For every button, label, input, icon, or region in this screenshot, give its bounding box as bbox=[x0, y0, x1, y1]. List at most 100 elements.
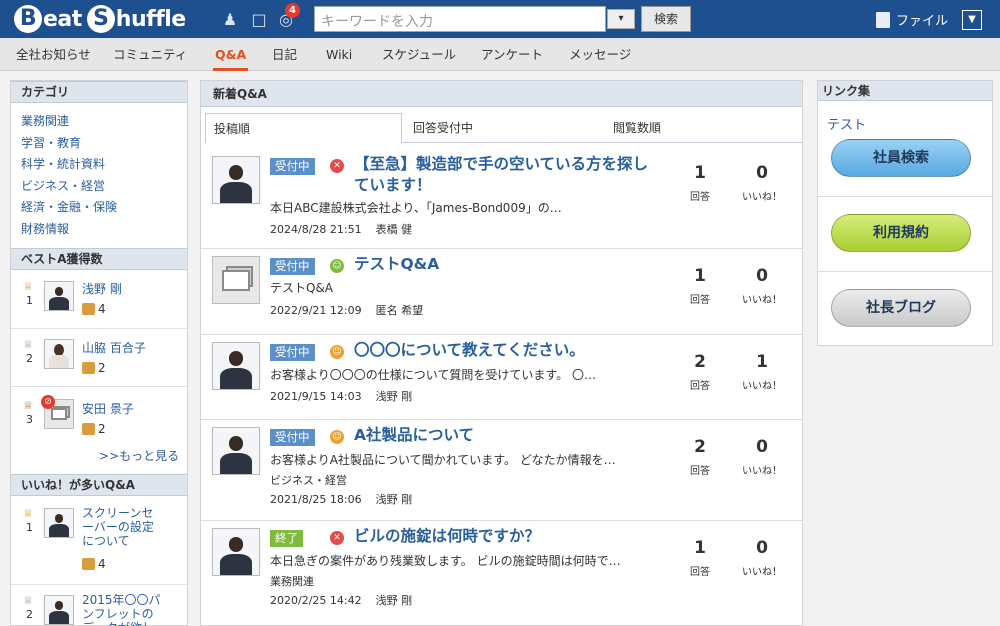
like-label: いいね！ bbox=[742, 192, 782, 203]
status-badge: 受付中 bbox=[270, 344, 315, 361]
avatar[interactable] bbox=[44, 339, 74, 369]
urgent-icon: ✕ bbox=[330, 159, 344, 173]
nav-item-schedule[interactable]: スケジュール bbox=[382, 38, 456, 71]
question-row[interactable]: 終了 ✕ ビルの施錠は何時ですか？ 本日急ぎの案件があり残業致します。 ビルの施… bbox=[201, 521, 802, 625]
notification-badge: 4 bbox=[285, 3, 300, 18]
tab-accepting-answers[interactable]: 回答受付中 bbox=[413, 113, 473, 143]
rank-number: 1 bbox=[26, 521, 33, 534]
question-row[interactable]: 受付中 ☺ 〇〇〇について教えてください。 お客様より〇〇〇の仕様について質問を… bbox=[201, 335, 802, 420]
avatar[interactable] bbox=[44, 508, 74, 538]
ranking-row: ♕ 3 ⊘ 安田 景子 2 bbox=[11, 387, 187, 445]
question-title-link[interactable]: テストQ&A bbox=[354, 254, 662, 275]
question-meta: 2024/8/28 21:51 表橋 健 bbox=[270, 223, 413, 236]
category-link[interactable]: 科学・統計資料 bbox=[21, 155, 105, 172]
rank-number: 2 bbox=[26, 608, 33, 621]
question-summary: 本日急ぎの案件があり残業致します。 ビルの施錠時間は何時で… bbox=[270, 554, 621, 568]
user-name-link[interactable]: 浅野 剛 bbox=[82, 280, 122, 297]
users-icon[interactable]: ♟ bbox=[219, 9, 241, 29]
user-name-link[interactable]: 安田 景子 bbox=[82, 400, 134, 417]
left-sidebar: カテゴリ 業務関連 学習・教育 科学・統計資料 ビジネス・経営 経済・金融・保険… bbox=[10, 80, 188, 626]
app-logo[interactable]: Beat Shuffle bbox=[14, 3, 186, 35]
category-tag[interactable]: ビジネス・経営 bbox=[270, 472, 347, 488]
like-count: 0 bbox=[756, 538, 768, 558]
avatar[interactable] bbox=[212, 156, 260, 204]
category-link[interactable]: ビジネス・経営 bbox=[21, 177, 105, 194]
avatar[interactable] bbox=[212, 342, 260, 390]
answer-count: 1 bbox=[694, 266, 706, 286]
question-title-link[interactable]: 〇〇〇について教えてください。 bbox=[354, 340, 662, 361]
nav-item-wiki[interactable]: Wiki bbox=[326, 38, 352, 71]
answer-count: 2 bbox=[694, 437, 706, 457]
question-summary: お客様よりA社製品について聞かれています。 どなたか情報を… bbox=[270, 453, 616, 467]
tab-post-order[interactable]: 投稿順 bbox=[205, 113, 402, 143]
question-title-link[interactable]: 【至急】製造部で手の空いている方を探しています！ bbox=[354, 154, 662, 196]
employee-search-button[interactable]: 社員検索 bbox=[831, 139, 971, 177]
links-heading: リンク集 bbox=[818, 81, 992, 101]
divider bbox=[818, 271, 992, 272]
category-link[interactable]: 業務関連 bbox=[21, 112, 69, 129]
account-dropdown-button[interactable]: ▼ bbox=[962, 10, 982, 30]
terms-of-use-button[interactable]: 利用規約 bbox=[831, 214, 971, 252]
chat-icon[interactable]: □ bbox=[248, 9, 270, 29]
best-answers-heading: ベストA獲得数 bbox=[11, 248, 187, 270]
like-count: 4 bbox=[82, 302, 106, 316]
question-link[interactable]: スクリーンセーバーの設定について bbox=[82, 506, 160, 548]
nav-item-qa[interactable]: Q&A bbox=[213, 38, 249, 71]
nav-item-community[interactable]: コミュニティ bbox=[113, 38, 187, 71]
search-button[interactable]: 検索 bbox=[641, 6, 691, 32]
question-link[interactable]: 2015年〇〇パンフレットのデータが欲しいで bbox=[82, 593, 164, 626]
smile-icon: ☺ bbox=[330, 259, 344, 273]
more-link[interactable]: >>もっと見る bbox=[99, 447, 179, 464]
document-icon bbox=[876, 11, 890, 28]
category-link[interactable]: 財務情報 bbox=[21, 220, 69, 237]
like-count: 4 bbox=[82, 557, 106, 571]
nav-item-messages[interactable]: メッセージ bbox=[569, 38, 631, 71]
thumbs-up-icon bbox=[82, 558, 95, 570]
question-row[interactable]: 受付中 ✕ 【至急】製造部で手の空いている方を探しています！ 本日ABC建設株式… bbox=[201, 149, 802, 249]
question-row[interactable]: 受付中 ☺ A社製品について お客様よりA社製品について聞かれています。 どなた… bbox=[201, 420, 802, 521]
search-input[interactable]: キーワードを入力 bbox=[314, 6, 606, 32]
thumbs-up-icon bbox=[82, 303, 95, 315]
avatar[interactable] bbox=[44, 595, 74, 625]
question-summary: お客様より〇〇〇の仕様について質問を受けています。 〇… bbox=[270, 368, 597, 382]
avatar[interactable] bbox=[212, 427, 260, 475]
nav-item-announcements[interactable]: 全社お知らせ bbox=[16, 38, 91, 71]
like-count: 2 bbox=[82, 422, 106, 436]
search-scope-dropdown[interactable]: ▾ bbox=[607, 9, 635, 29]
question-title-link[interactable]: A社製品について bbox=[354, 425, 662, 446]
question-meta: 2021/8/25 18:06 浅野 剛 bbox=[270, 493, 413, 506]
status-badge: 受付中 bbox=[270, 158, 315, 175]
crown-icon: ♕ bbox=[23, 399, 33, 412]
file-menu[interactable]: ファイル bbox=[876, 10, 948, 29]
test-link[interactable]: テスト bbox=[827, 114, 866, 133]
blocked-icon: ⊘ bbox=[41, 395, 55, 409]
like-label: いいね！ bbox=[742, 466, 782, 477]
nav-item-survey[interactable]: アンケート bbox=[481, 38, 543, 71]
links-panel: リンク集 テスト 社員検索 利用規約 社長ブログ bbox=[817, 80, 993, 346]
category-heading: カテゴリ bbox=[11, 81, 187, 103]
tab-divider bbox=[402, 142, 802, 143]
avatar[interactable] bbox=[212, 256, 260, 304]
question-summary: 本日ABC建設株式会社より、「James-Bond009」の… bbox=[270, 201, 562, 215]
category-tag[interactable]: 業務関連 bbox=[270, 573, 314, 589]
avatar[interactable] bbox=[212, 528, 260, 576]
crown-icon: ♕ bbox=[23, 280, 33, 293]
category-link[interactable]: 学習・教育 bbox=[21, 134, 81, 151]
like-count: 2 bbox=[82, 361, 106, 375]
rank-number: 1 bbox=[26, 294, 33, 307]
answer-count: 1 bbox=[694, 538, 706, 558]
like-count: 0 bbox=[756, 266, 768, 286]
president-blog-button[interactable]: 社長ブログ bbox=[831, 289, 971, 327]
question-title-link[interactable]: ビルの施錠は何時ですか？ bbox=[354, 526, 662, 547]
answer-label: 回答 bbox=[690, 381, 710, 392]
answer-label: 回答 bbox=[690, 567, 710, 578]
crown-icon: ♕ bbox=[23, 338, 33, 351]
top-bar: Beat Shuffle ♟ □ ◎ 4 キーワードを入力 ▾ 検索 ファイル … bbox=[0, 0, 1000, 38]
user-name-link[interactable]: 山脇 百合子 bbox=[82, 339, 146, 356]
ranking-row: ♕ 1 スクリーンセーバーの設定について 4 bbox=[11, 497, 187, 585]
category-link[interactable]: 経済・金融・保険 bbox=[21, 198, 117, 215]
nav-item-diary[interactable]: 日記 bbox=[272, 38, 297, 71]
tab-view-count[interactable]: 閲覧数順 bbox=[613, 113, 661, 143]
avatar[interactable] bbox=[44, 281, 74, 311]
question-row[interactable]: 受付中 ☺ テストQ&A テストQ&A 2022/9/21 12:09 匿名 希… bbox=[201, 249, 802, 335]
